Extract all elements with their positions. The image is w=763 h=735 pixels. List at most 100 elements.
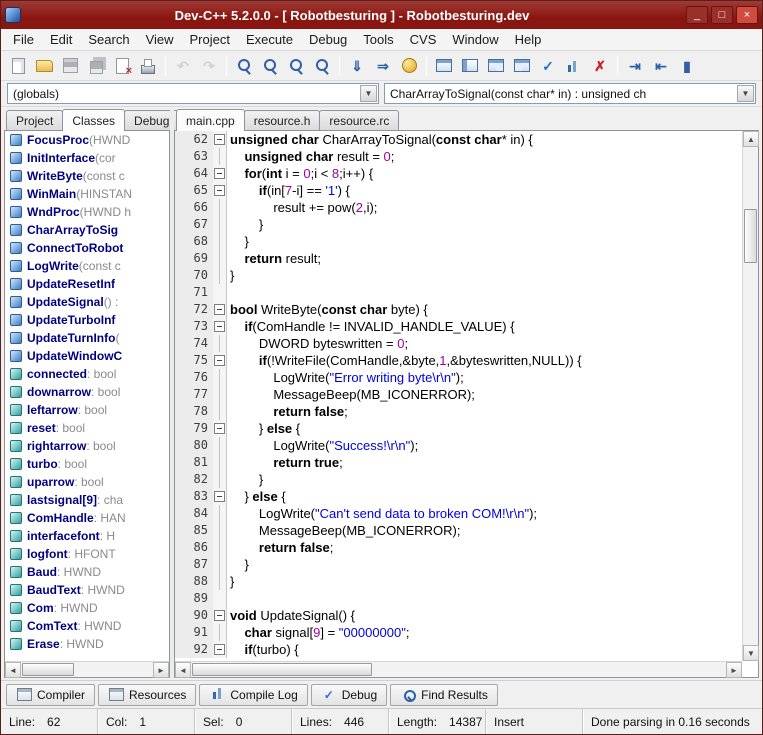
class-browser-item[interactable]: reset : bool <box>5 419 169 437</box>
tab-debug[interactable]: ✓ Debug <box>310 683 388 706</box>
class-browser-item[interactable]: leftarrow : bool <box>5 401 169 419</box>
class-browser-item[interactable]: UpdateTurnInfo( <box>5 329 169 347</box>
goto-line-button[interactable] <box>309 54 335 78</box>
replace-button[interactable] <box>257 54 283 78</box>
scrollbar-thumb[interactable] <box>744 209 757 263</box>
menu-view[interactable]: View <box>138 30 182 49</box>
goto-function-button[interactable]: ⇥ <box>622 54 648 78</box>
scroll-right-button[interactable]: ► <box>153 662 169 678</box>
fold-marker[interactable] <box>213 352 227 369</box>
new-source-button[interactable] <box>5 54 31 78</box>
menu-file[interactable]: File <box>5 30 42 49</box>
find-next-button[interactable] <box>283 54 309 78</box>
window-layout-2-button[interactable] <box>457 54 483 78</box>
class-browser-item[interactable]: LogWrite (const c <box>5 257 169 275</box>
menu-cvs[interactable]: CVS <box>402 30 445 49</box>
member-combo[interactable]: CharArrayToSignal(const char* in) : unsi… <box>384 83 756 104</box>
jump-back-button[interactable]: ⇤ <box>648 54 674 78</box>
syntax-check-button[interactable]: ✓ <box>535 54 561 78</box>
fold-marker[interactable] <box>213 420 227 437</box>
class-browser-item[interactable]: CharArrayToSig <box>5 221 169 239</box>
class-browser-item[interactable]: InitInterface (cor <box>5 149 169 167</box>
print-button[interactable] <box>135 54 161 78</box>
window-layout-3-button[interactable] <box>483 54 509 78</box>
menu-search[interactable]: Search <box>80 30 137 49</box>
menu-window[interactable]: Window <box>444 30 506 49</box>
editor-tab-main-cpp[interactable]: main.cpp <box>176 109 245 131</box>
minimize-button[interactable]: _ <box>686 6 708 24</box>
class-browser-item[interactable]: UpdateTurboInf <box>5 311 169 329</box>
run-button[interactable]: ⇒ <box>370 54 396 78</box>
compile-run-button[interactable] <box>396 54 422 78</box>
class-browser-item[interactable]: downarrow : bool <box>5 383 169 401</box>
tab-resources[interactable]: Resources <box>98 683 197 706</box>
class-browser-item[interactable]: ComText : HWND <box>5 617 169 635</box>
scope-combo[interactable]: (globals) ▼ <box>7 83 379 104</box>
menu-project[interactable]: Project <box>182 30 238 49</box>
editor-tab-resource-rc[interactable]: resource.rc <box>319 110 400 131</box>
editor-vertical-scrollbar[interactable]: ▲ ▼ <box>742 131 759 661</box>
class-browser-item[interactable]: turbo : bool <box>5 455 169 473</box>
redo-button[interactable]: ↷ <box>196 54 222 78</box>
class-browser-item[interactable]: lastsignal[9] : cha <box>5 491 169 509</box>
scroll-up-button[interactable]: ▲ <box>743 131 759 147</box>
menu-execute[interactable]: Execute <box>238 30 301 49</box>
fold-marker[interactable] <box>213 318 227 335</box>
tab-find-results[interactable]: Find Results <box>390 683 498 706</box>
close-file-button[interactable] <box>109 54 135 78</box>
class-browser-item[interactable]: uparrow : bool <box>5 473 169 491</box>
class-browser-item[interactable]: ComHandle : HAN <box>5 509 169 527</box>
class-browser-item[interactable]: Com : HWND <box>5 599 169 617</box>
compile-button[interactable]: ⇓ <box>344 54 370 78</box>
scroll-down-button[interactable]: ▼ <box>743 645 759 661</box>
class-browser-item[interactable]: UpdateResetInf <box>5 275 169 293</box>
class-browser-item[interactable]: interfacefont : H <box>5 527 169 545</box>
fold-marker[interactable] <box>213 488 227 505</box>
fold-marker[interactable] <box>213 641 227 658</box>
class-browser-item[interactable]: Baud : HWND <box>5 563 169 581</box>
undo-button[interactable]: ↶ <box>170 54 196 78</box>
editor-tab-resource-h[interactable]: resource.h <box>243 110 321 131</box>
class-browser-item[interactable]: WndProc (HWND h <box>5 203 169 221</box>
scrollbar-thumb[interactable] <box>22 663 74 676</box>
class-browser-item[interactable]: connected : bool <box>5 365 169 383</box>
fold-marker[interactable] <box>213 301 227 318</box>
tab-classes[interactable]: Classes <box>62 109 126 131</box>
class-browser-item[interactable]: Erase : HWND <box>5 635 169 653</box>
insert-button[interactable]: ▮ <box>674 54 700 78</box>
scroll-right-button[interactable]: ► <box>726 662 742 678</box>
editor-horizontal-scrollbar[interactable]: ◄ ► <box>175 661 742 678</box>
fold-marker[interactable] <box>213 131 227 148</box>
abort-button[interactable]: ✗ <box>587 54 613 78</box>
class-browser-item[interactable]: UpdateWindowC <box>5 347 169 365</box>
class-browser-item[interactable]: FocusProc (HWND <box>5 131 169 149</box>
class-browser-item[interactable]: WriteByte (const c <box>5 167 169 185</box>
class-browser-item[interactable]: logfont : HFONT <box>5 545 169 563</box>
menu-debug[interactable]: Debug <box>301 30 355 49</box>
class-browser-item[interactable]: BaudText : HWND <box>5 581 169 599</box>
close-button[interactable]: × <box>736 6 758 24</box>
scrollbar-thumb[interactable] <box>192 663 372 676</box>
save-button[interactable] <box>57 54 83 78</box>
find-button[interactable] <box>231 54 257 78</box>
menu-help[interactable]: Help <box>507 30 550 49</box>
class-browser-item[interactable]: rightarrow : bool <box>5 437 169 455</box>
class-browser-tree[interactable]: FocusProc (HWND InitInterface (cor WriteByte… <box>5 131 169 661</box>
open-project-button[interactable] <box>31 54 57 78</box>
tab-compile-log[interactable]: Compile Log <box>199 683 308 706</box>
class-browser-item[interactable]: ConnectToRobot <box>5 239 169 257</box>
menu-tools[interactable]: Tools <box>355 30 401 49</box>
fold-marker[interactable] <box>213 607 227 624</box>
scroll-left-button[interactable]: ◄ <box>5 662 21 678</box>
tree-horizontal-scrollbar[interactable]: ◄ ► <box>5 661 169 678</box>
fold-marker[interactable] <box>213 182 227 199</box>
code-area[interactable]: 62 unsigned char CharArrayToSignal(const … <box>175 131 742 661</box>
chevron-down-icon[interactable]: ▼ <box>737 85 754 102</box>
fold-marker[interactable] <box>213 165 227 182</box>
tab-project[interactable]: Project <box>6 110 64 131</box>
window-layout-1-button[interactable] <box>431 54 457 78</box>
maximize-button[interactable]: □ <box>711 6 733 24</box>
window-layout-4-button[interactable] <box>509 54 535 78</box>
scroll-left-button[interactable]: ◄ <box>175 662 191 678</box>
chevron-down-icon[interactable]: ▼ <box>360 85 377 102</box>
